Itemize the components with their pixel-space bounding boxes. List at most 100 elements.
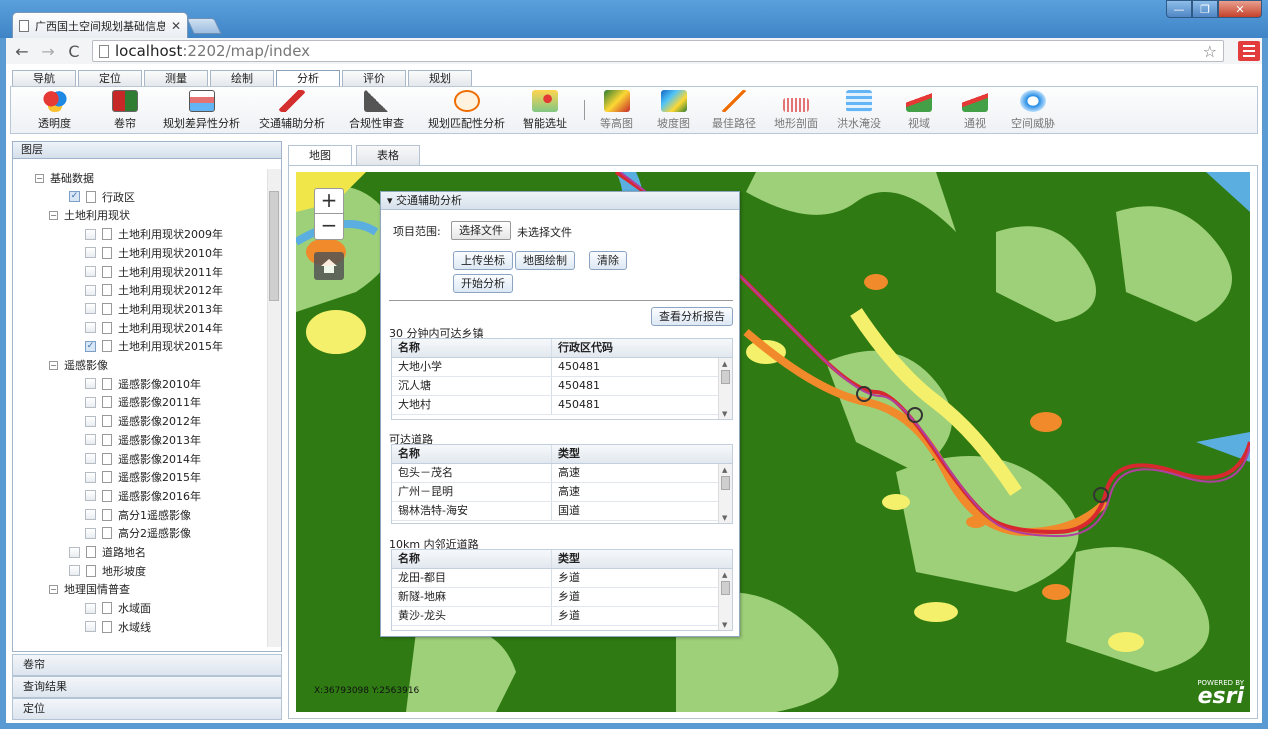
close-window-button[interactable]: ✕	[1218, 0, 1262, 18]
layer-checkbox[interactable]	[85, 247, 96, 259]
minimize-button[interactable]: —	[1166, 0, 1192, 18]
grid-scrollbar[interactable]: ▲ ▼	[718, 569, 732, 630]
layer-checkbox[interactable]	[85, 602, 96, 614]
layer-checkbox[interactable]: ✓	[69, 191, 80, 203]
swipe-tool[interactable]: 卷帘	[112, 90, 138, 131]
bookmark-star-icon[interactable]: ☆	[1203, 42, 1217, 61]
tree-node[interactable]: 水域面	[85, 599, 151, 617]
upload-coords-button[interactable]: 上传坐标	[453, 251, 513, 270]
tree-node[interactable]: 遥感影像2010年	[85, 375, 201, 393]
tree-node[interactable]: 遥感影像2013年	[85, 431, 201, 449]
traffic-tool[interactable]: 交通辅助分析	[259, 90, 325, 131]
scroll-up-icon[interactable]: ▲	[722, 360, 727, 368]
tab-planning[interactable]: 规划	[408, 70, 472, 87]
flood-tool[interactable]: 洪水淹没	[837, 90, 881, 131]
scroll-down-icon[interactable]: ▼	[722, 621, 727, 629]
maximize-button[interactable]: ❐	[1192, 0, 1218, 18]
scroll-thumb[interactable]	[721, 370, 730, 384]
map-draw-button[interactable]: 地图绘制	[515, 251, 575, 270]
tab-nav[interactable]: 导航	[12, 70, 76, 87]
table-row[interactable]: 黄沙-龙头 乡道	[392, 607, 732, 626]
table-row[interactable]: 大地村 450481	[392, 396, 732, 415]
tree-node[interactable]: 高分2遥感影像	[85, 524, 191, 542]
visibility-tool[interactable]: 通视	[962, 90, 988, 131]
compliance-tool[interactable]: 合规性审查	[349, 90, 404, 131]
layer-checkbox[interactable]	[85, 471, 96, 483]
layer-checkbox[interactable]: ✓	[85, 340, 96, 352]
tree-node[interactable]: 遥感影像2016年	[85, 487, 201, 505]
collapse-toggle-icon[interactable]: −	[49, 210, 58, 220]
table-row[interactable]: 龙田-都目 乡道	[392, 569, 732, 588]
layer-checkbox[interactable]	[85, 284, 96, 296]
start-analysis-button[interactable]: 开始分析	[453, 274, 513, 293]
table-row[interactable]: 大地小学 450481	[392, 358, 732, 377]
layer-checkbox[interactable]	[85, 490, 96, 502]
layer-checkbox[interactable]	[85, 228, 96, 240]
col-name[interactable]: 名称	[392, 445, 552, 463]
tree-node[interactable]: 土地利用现状2014年	[85, 319, 223, 337]
scroll-down-icon[interactable]: ▼	[722, 410, 727, 418]
layer-checkbox[interactable]	[69, 565, 80, 577]
scroll-up-icon[interactable]: ▲	[722, 466, 727, 474]
collapse-toggle-icon[interactable]: −	[35, 173, 44, 183]
clear-button[interactable]: 清除	[589, 251, 627, 270]
transparency-tool[interactable]: 透明度	[38, 90, 71, 131]
reload-icon[interactable]: C	[66, 42, 82, 61]
col-type[interactable]: 类型	[552, 550, 732, 568]
plan-match-tool[interactable]: 规划匹配性分析	[428, 90, 505, 131]
select-file-button[interactable]: 选择文件	[451, 221, 511, 240]
tab-draw[interactable]: 绘制	[210, 70, 274, 87]
grid-scrollbar[interactable]: ▲ ▼	[718, 464, 732, 523]
profile-tool[interactable]: 地形剖面	[774, 90, 818, 131]
plan-diff-tool[interactable]: 规划差异性分析	[163, 90, 240, 131]
tree-node[interactable]: 土地利用现状2011年	[85, 263, 223, 281]
tree-node[interactable]: 地形坡度	[69, 562, 146, 580]
forward-icon[interactable]: →	[40, 42, 56, 61]
view-report-button[interactable]: 查看分析报告	[651, 307, 733, 326]
col-code[interactable]: 行政区代码	[552, 339, 732, 357]
tree-node[interactable]: 道路地名	[69, 543, 146, 561]
tab-table[interactable]: 表格	[356, 145, 420, 165]
tree-node[interactable]: ✓ 土地利用现状2015年	[85, 337, 223, 355]
tree-node[interactable]: − 土地利用现状	[49, 206, 130, 224]
scroll-thumb[interactable]	[269, 191, 279, 301]
tree-node[interactable]: 遥感影像2012年	[85, 412, 201, 430]
layer-checkbox[interactable]	[85, 303, 96, 315]
tab-measure[interactable]: 测量	[144, 70, 208, 87]
close-tab-icon[interactable]: ✕	[171, 19, 181, 33]
accordion-query-results[interactable]: 查询结果	[12, 676, 282, 698]
accordion-swipe[interactable]: 卷帘	[12, 654, 282, 676]
collapse-toggle-icon[interactable]: −	[49, 584, 58, 594]
slope-tool[interactable]: 坡度图	[657, 90, 690, 131]
scroll-thumb[interactable]	[721, 581, 730, 595]
layer-checkbox[interactable]	[85, 396, 96, 408]
table-row[interactable]: 包头－茂名 高速	[392, 464, 732, 483]
layer-tree-scrollbar[interactable]	[267, 169, 281, 647]
table-row[interactable]: 广州－昆明 高速	[392, 483, 732, 502]
tab-analysis[interactable]: 分析	[276, 70, 340, 87]
zoom-in-button[interactable]: +	[315, 189, 343, 214]
table-row[interactable]: 锡林浩特-海安 国道	[392, 502, 732, 521]
tree-node[interactable]: 土地利用现状2009年	[85, 225, 223, 243]
layers-panel-header[interactable]: 图层	[12, 141, 282, 159]
tab-map[interactable]: 地图	[288, 145, 352, 165]
panel-header[interactable]: ▾ 交通辅助分析	[381, 192, 739, 210]
grid-scrollbar[interactable]: ▲ ▼	[718, 358, 732, 419]
site-select-tool[interactable]: 智能选址	[523, 90, 567, 131]
browser-menu-button[interactable]	[1238, 41, 1260, 61]
layer-checkbox[interactable]	[85, 453, 96, 464]
tree-node[interactable]: 遥感影像2011年	[85, 393, 201, 411]
layer-checkbox[interactable]	[85, 509, 96, 521]
zoom-out-button[interactable]: −	[315, 214, 343, 239]
layer-checkbox[interactable]	[85, 621, 96, 633]
layer-checkbox[interactable]	[85, 378, 96, 390]
col-name[interactable]: 名称	[392, 339, 552, 357]
scroll-up-icon[interactable]: ▲	[722, 571, 727, 579]
layer-checkbox[interactable]	[85, 434, 96, 446]
tree-node[interactable]: 高分1遥感影像	[85, 506, 191, 524]
tree-node[interactable]: − 遥感影像	[49, 356, 108, 374]
layer-checkbox[interactable]	[85, 415, 96, 427]
tree-node[interactable]: 遥感影像2015年	[85, 468, 201, 486]
layer-checkbox[interactable]	[69, 546, 80, 558]
tree-node[interactable]: 遥感影像2014年	[85, 450, 201, 468]
